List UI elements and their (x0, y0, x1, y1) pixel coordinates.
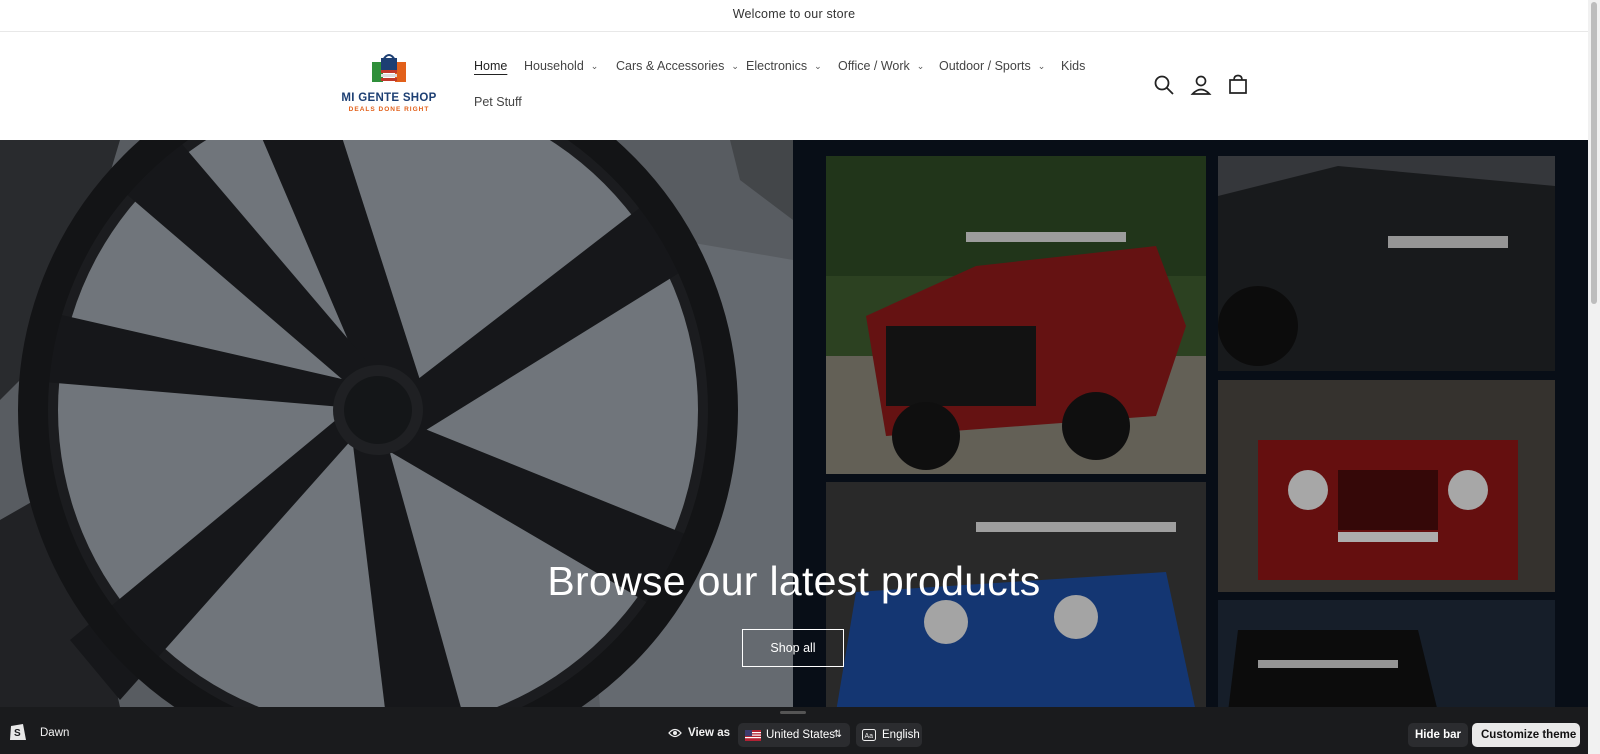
us-flag-icon (745, 730, 761, 741)
translate-icon: Aa (862, 729, 876, 741)
nav-home-label: Home (474, 59, 508, 73)
hide-bar-button[interactable]: Hide bar (1408, 723, 1468, 747)
chevron-down-icon: ⌄ (916, 61, 925, 71)
hero-heading: Browse our latest products (547, 558, 1041, 604)
announcement-bar: Welcome to our store (0, 0, 1588, 32)
nav-kids[interactable]: Kids (1061, 59, 1085, 73)
nav-electronics-label: Electronics (746, 59, 808, 73)
chevron-up-down-icon: ⇅ (833, 729, 842, 740)
view-as-label: View as (688, 727, 730, 739)
nav-kids-label: Kids (1061, 59, 1086, 73)
svg-text:Aa: Aa (865, 733, 874, 740)
page-scrollbar[interactable] (1588, 0, 1600, 754)
site-header: MI GENTE SHOP DEALS DONE RIGHT Home Hous… (0, 32, 1588, 140)
shop-all-button[interactable]: Shop all (742, 629, 844, 667)
svg-text:S: S (14, 728, 21, 739)
search-icon[interactable] (1153, 74, 1175, 96)
account-icon[interactable] (1190, 74, 1212, 96)
nav-pet-label: Pet Stuff (474, 95, 522, 109)
nav-pet-stuff[interactable]: Pet Stuff (474, 95, 522, 109)
chevron-down-icon: ⌄ (731, 61, 739, 71)
language-value: English (882, 729, 920, 741)
language-selector[interactable]: Aa English (856, 723, 922, 747)
country-value: United States (766, 729, 836, 741)
nav-cars-accessories[interactable]: Cars & Accessories ⌄ (616, 59, 739, 73)
chevron-down-icon: ⌄ (1037, 61, 1046, 71)
cart-icon[interactable] (1227, 74, 1249, 96)
shopping-bag-logo-icon (372, 54, 406, 82)
chevron-down-icon: ⌄ (590, 61, 599, 71)
nav-home[interactable]: Home (474, 59, 507, 73)
shopify-bag-icon: S (10, 724, 26, 740)
hero-overlay (0, 140, 1588, 707)
logo-name: MI GENTE SHOP (341, 92, 437, 104)
scrollbar-thumb[interactable] (1591, 2, 1597, 304)
eye-icon (668, 728, 682, 738)
nav-cars-label: Cars & Accessories (616, 59, 725, 73)
logo-tagline: DEALS DONE RIGHT (348, 106, 430, 113)
theme-preview-bar: S Dawn View as United States ⇅ Aa Englis… (0, 707, 1588, 754)
customize-theme-button[interactable]: Customize theme (1472, 723, 1580, 747)
drag-handle[interactable] (780, 711, 806, 714)
nav-office-work[interactable]: Office / Work ⌄ (838, 59, 924, 73)
nav-household-label: Household (524, 59, 584, 73)
nav-electronics[interactable]: Electronics ⌄ (746, 59, 822, 73)
hero-banner: Browse our latest products Shop all (0, 140, 1588, 707)
announcement-text: Welcome to our store (732, 7, 856, 21)
nav-outdoor-sports[interactable]: Outdoor / Sports ⌄ (939, 59, 1045, 73)
nav-outdoor-label: Outdoor / Sports (939, 59, 1031, 73)
nav-office-label: Office / Work (838, 59, 910, 73)
store-logo[interactable]: MI GENTE SHOP DEALS DONE RIGHT (336, 52, 442, 118)
chevron-down-icon: ⌄ (814, 61, 822, 71)
country-selector[interactable]: United States ⇅ (738, 723, 850, 747)
theme-name: Dawn (40, 727, 70, 739)
nav-household[interactable]: Household ⌄ (524, 59, 598, 73)
